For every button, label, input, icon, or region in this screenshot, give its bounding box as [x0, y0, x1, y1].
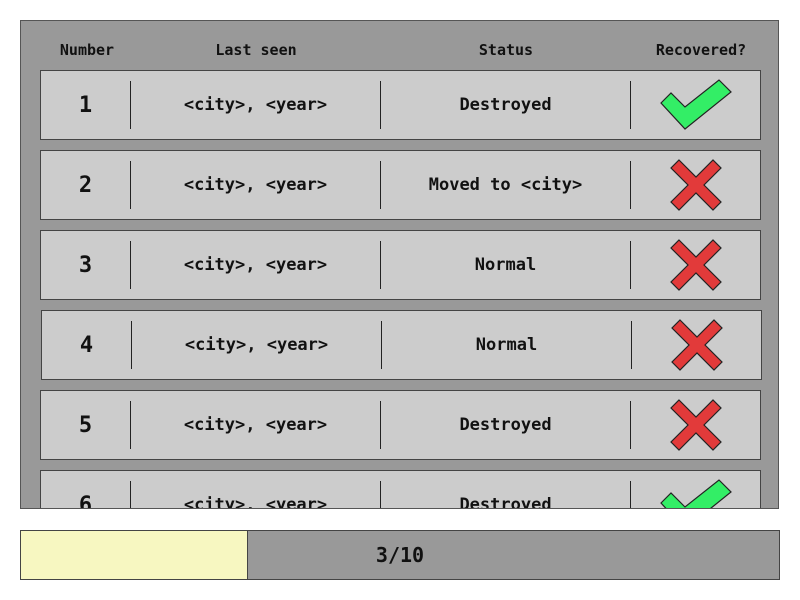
row-last-seen: <city>, <year>	[183, 95, 328, 115]
row-last-seen: <city>, <year>	[183, 255, 328, 275]
row-number: 5	[78, 412, 93, 438]
row-status: Normal	[475, 335, 538, 355]
check-icon	[631, 471, 760, 508]
row-number: 1	[78, 92, 93, 118]
row-number: 6	[78, 492, 93, 509]
row-status: Normal	[474, 255, 537, 275]
row-number: 4	[79, 332, 94, 358]
check-icon	[631, 71, 760, 139]
table-header: Number Last seen Status Recovered?	[21, 21, 778, 71]
table-row[interactable]: 4 <city>, <year> Normal	[41, 310, 762, 380]
table-row[interactable]: 6 <city>, <year> Destroyed	[40, 470, 761, 509]
header-number: Number	[59, 41, 115, 59]
cross-icon	[631, 231, 760, 299]
progress-label: 3/10	[375, 543, 425, 567]
cross-icon	[631, 151, 760, 219]
header-last-seen: Last seen	[215, 41, 297, 59]
header-recovered: Recovered?	[655, 41, 747, 59]
progress-bar: 3/10	[20, 530, 780, 580]
row-last-seen: <city>, <year>	[183, 495, 328, 509]
table-row[interactable]: 2 <city>, <year> Moved to <city>	[40, 150, 761, 220]
row-status: Destroyed	[459, 95, 552, 115]
table-row[interactable]: 3 <city>, <year> Normal	[40, 230, 761, 300]
header-status: Status	[478, 41, 534, 59]
row-number: 3	[78, 252, 93, 278]
row-last-seen: <city>, <year>	[183, 175, 328, 195]
row-last-seen: <city>, <year>	[184, 335, 329, 355]
table-row[interactable]: 5 <city>, <year> Destroyed	[40, 390, 761, 460]
row-last-seen: <city>, <year>	[183, 415, 328, 435]
records-panel[interactable]: Number Last seen Status Recovered? 1 <cit…	[20, 20, 779, 509]
row-status: Moved to <city>	[428, 175, 583, 195]
row-status: Destroyed	[459, 415, 552, 435]
cross-icon	[631, 391, 760, 459]
cross-icon	[632, 311, 761, 379]
row-status: Destroyed	[459, 495, 552, 509]
table-row[interactable]: 1 <city>, <year> Destroyed	[40, 70, 761, 140]
row-number: 2	[78, 172, 93, 198]
